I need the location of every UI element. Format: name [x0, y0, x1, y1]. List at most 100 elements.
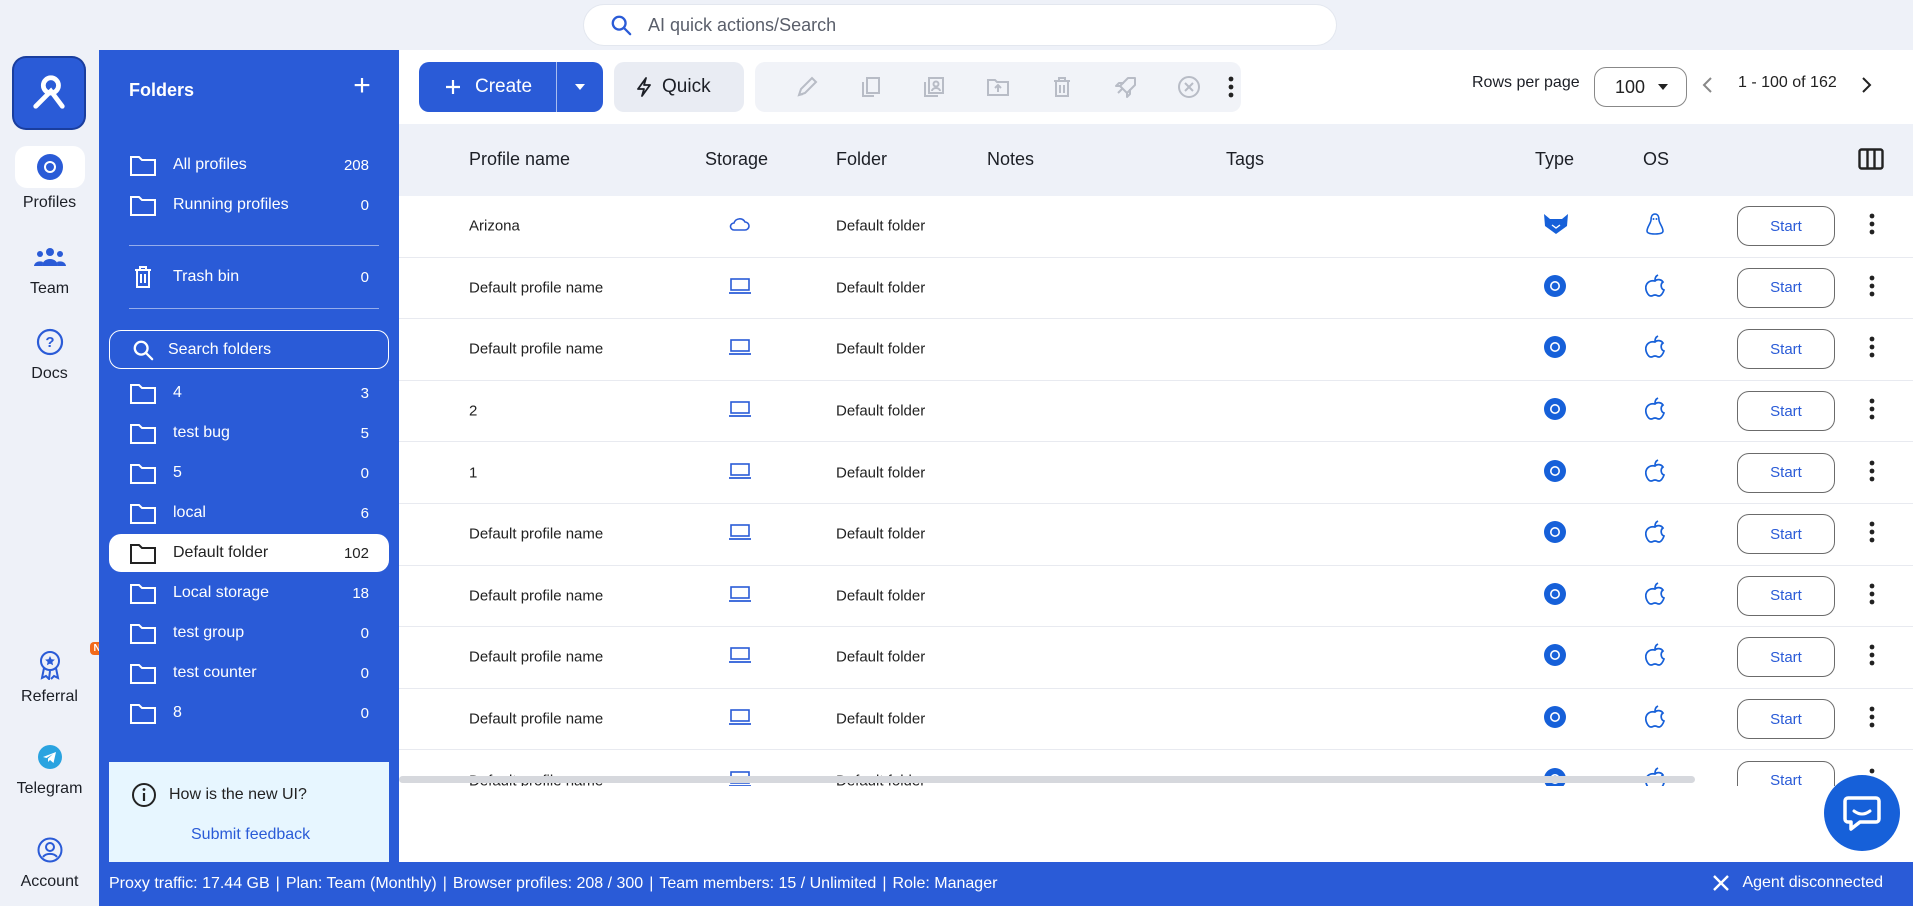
column-settings-button[interactable] — [1858, 148, 1884, 175]
folder-item-selected[interactable]: Default folder 102 — [109, 534, 389, 572]
create-dropdown-button[interactable] — [557, 83, 603, 91]
global-search-bar[interactable] — [584, 5, 1336, 45]
row-menu-button[interactable] — [1869, 706, 1875, 732]
folder-item[interactable]: 8 0 — [109, 694, 389, 732]
profile-name[interactable]: Default profile name — [469, 341, 603, 358]
folder-icon — [130, 704, 156, 724]
folder-item[interactable]: local 6 — [109, 494, 389, 532]
col-notes[interactable]: Notes — [987, 149, 1034, 170]
col-type[interactable]: Type — [1535, 149, 1574, 170]
apple-icon — [1644, 274, 1666, 297]
table-row[interactable]: Arizona Default folder Start — [399, 196, 1913, 258]
col-storage[interactable]: Storage — [705, 149, 768, 170]
nav-rail: Profiles Team ? Docs NEW Referral Telegr… — [0, 50, 121, 906]
clone-profile-button[interactable] — [903, 62, 967, 112]
nav-profiles[interactable]: Profiles — [0, 146, 99, 212]
profile-name[interactable]: Default profile name — [469, 587, 603, 604]
start-button[interactable]: Start — [1737, 514, 1835, 555]
copy-button[interactable] — [839, 62, 903, 112]
folder-trash-bin[interactable]: Trash bin 0 — [109, 258, 389, 296]
table-row[interactable]: 2 Default folder Start — [399, 381, 1913, 443]
edit-button[interactable] — [775, 62, 839, 112]
apple-icon — [1644, 705, 1666, 728]
folder-label: 8 — [173, 704, 182, 721]
chevron-left-icon — [1702, 77, 1712, 93]
start-button[interactable]: Start — [1737, 760, 1835, 786]
folder-item[interactable]: test bug 5 — [109, 414, 389, 452]
nav-telegram[interactable]: Telegram — [0, 740, 99, 798]
add-folder-button[interactable]: + — [347, 71, 377, 102]
storage-cell — [728, 708, 752, 730]
folder-running-profiles[interactable]: Running profiles 0 — [109, 186, 389, 224]
profile-name[interactable]: Default profile name — [469, 279, 603, 296]
folder-search[interactable] — [109, 330, 389, 369]
row-menu-button[interactable] — [1869, 275, 1875, 301]
col-folder[interactable]: Folder — [836, 149, 887, 170]
nav-referral[interactable]: NEW Referral — [0, 642, 121, 706]
profile-name[interactable]: Arizona — [469, 218, 520, 235]
next-page-button[interactable] — [1859, 76, 1873, 99]
delete-button[interactable] — [1030, 62, 1094, 112]
table-row[interactable]: Default profile name Default folder Start — [399, 566, 1913, 628]
profile-name[interactable]: 2 — [469, 403, 477, 420]
profile-name[interactable]: Default profile name — [469, 526, 603, 543]
start-button[interactable]: Start — [1737, 699, 1835, 740]
folder-all-profiles[interactable]: All profiles 208 — [109, 146, 389, 184]
start-button[interactable]: Start — [1737, 452, 1835, 493]
nav-team[interactable]: Team — [0, 240, 99, 298]
divider — [129, 308, 379, 309]
app-logo[interactable] — [14, 58, 84, 128]
folder-item[interactable]: test counter 0 — [109, 654, 389, 692]
start-button[interactable]: Start — [1737, 206, 1835, 247]
row-menu-button[interactable] — [1869, 398, 1875, 424]
rows-per-page-select[interactable]: 100 — [1594, 67, 1687, 107]
folder-count: 102 — [343, 544, 369, 562]
folder-search-input[interactable] — [168, 340, 368, 359]
row-menu-button[interactable] — [1869, 644, 1875, 670]
start-button[interactable]: Start — [1737, 329, 1835, 370]
submit-feedback-link[interactable]: Submit feedback — [191, 826, 389, 844]
row-menu-button[interactable] — [1869, 213, 1875, 239]
storage-cell — [728, 400, 752, 422]
nav-docs[interactable]: ? Docs — [0, 325, 99, 383]
more-vertical-icon — [1228, 76, 1234, 98]
table-row[interactable]: Default profile name Default folder Start — [399, 689, 1913, 751]
folder-count: 0 — [360, 704, 369, 722]
more-actions-button[interactable] — [1221, 62, 1241, 112]
agent-status[interactable]: Agent disconnected — [1712, 874, 1883, 892]
row-menu-button[interactable] — [1869, 521, 1875, 547]
profile-name[interactable]: Default profile name — [469, 711, 603, 728]
folder-item[interactable]: Local storage 18 — [109, 574, 389, 612]
table-row[interactable]: 1 Default folder Start — [399, 442, 1913, 504]
table-row[interactable]: Default profile name Default folder Start — [399, 504, 1913, 566]
quick-button[interactable]: Quick — [614, 62, 744, 112]
folder-item[interactable]: 5 0 — [109, 454, 389, 492]
create-button[interactable]: Create — [419, 62, 557, 112]
table-row[interactable]: Default profile name Default folder Start — [399, 627, 1913, 689]
launch-button[interactable] — [1094, 62, 1158, 112]
profile-name[interactable]: Default profile name — [469, 649, 603, 666]
col-os[interactable]: OS — [1643, 149, 1669, 170]
folder-item[interactable]: test group 0 — [109, 614, 389, 652]
start-button[interactable]: Start — [1737, 637, 1835, 678]
row-menu-button[interactable] — [1869, 460, 1875, 486]
profile-name[interactable]: 1 — [469, 464, 477, 481]
horizontal-scrollbar[interactable] — [399, 776, 1695, 783]
table-row[interactable]: Default profile name Default folder Start — [399, 258, 1913, 320]
stop-button[interactable] — [1158, 62, 1222, 112]
chat-button[interactable] — [1824, 775, 1900, 851]
start-button[interactable]: Start — [1737, 267, 1835, 308]
global-search-input[interactable] — [648, 14, 1248, 36]
caret-down-icon — [575, 84, 585, 90]
nav-account[interactable]: Account — [0, 833, 99, 891]
row-menu-button[interactable] — [1869, 583, 1875, 609]
start-button[interactable]: Start — [1737, 391, 1835, 432]
folder-item[interactable]: 4 3 — [109, 374, 389, 412]
col-tags[interactable]: Tags — [1226, 149, 1264, 170]
move-to-folder-button[interactable] — [966, 62, 1030, 112]
col-profile-name[interactable]: Profile name — [469, 149, 570, 170]
previous-page-button[interactable] — [1701, 76, 1715, 99]
row-menu-button[interactable] — [1869, 336, 1875, 362]
table-row[interactable]: Default profile name Default folder Start — [399, 319, 1913, 381]
start-button[interactable]: Start — [1737, 575, 1835, 616]
